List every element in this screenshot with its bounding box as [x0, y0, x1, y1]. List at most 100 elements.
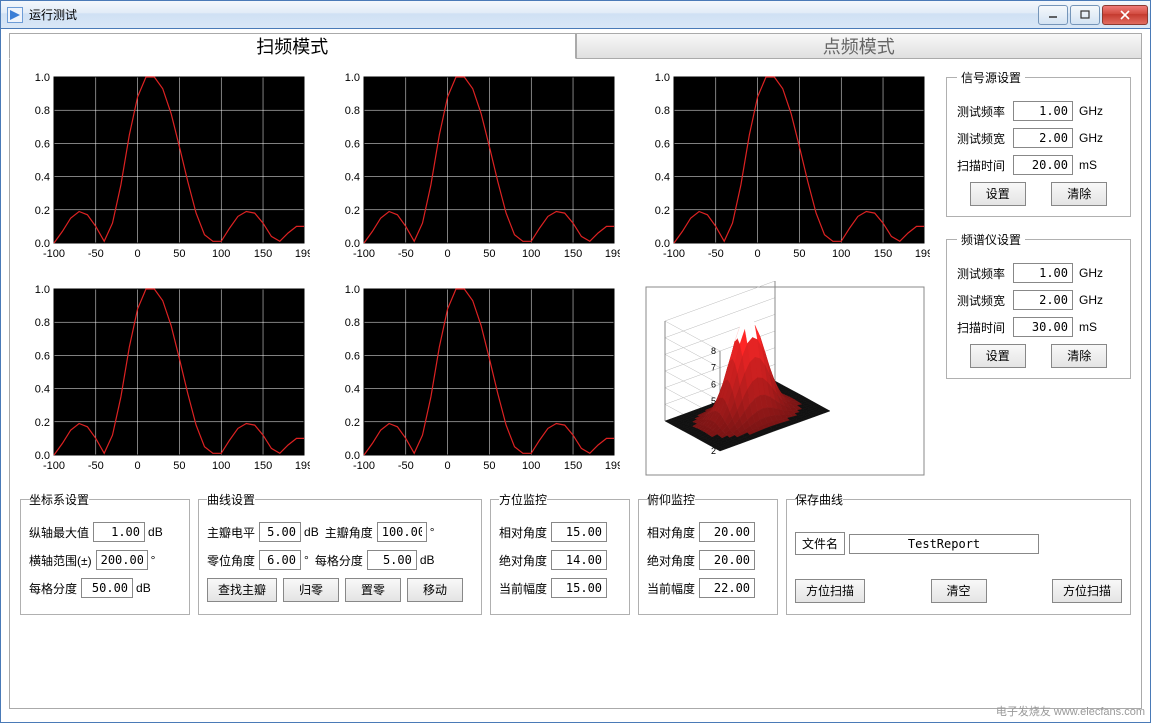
coord-div-unit: dB: [136, 581, 151, 595]
spectrum-clear-button[interactable]: 清除: [1051, 344, 1107, 368]
line-chart-5: -100-500501001501990.00.20.40.60.81.0: [330, 281, 620, 481]
svg-text:150: 150: [564, 460, 582, 472]
signal-bw-label: 测试频宽: [957, 130, 1013, 147]
svg-text:-50: -50: [398, 460, 414, 472]
mode-tabs: 扫频模式 点频模式: [9, 33, 1142, 59]
azimuth-group: 方位监控 相对角度 绝对角度 当前幅度: [490, 491, 630, 615]
azimuth-amp-input[interactable]: [551, 578, 607, 598]
app-window: 运行测试 扫频模式 点频模式 -100-500501001501990.00.2…: [0, 0, 1151, 723]
curve-findmain-button[interactable]: 查找主瓣: [207, 578, 277, 602]
spectrum-set-button[interactable]: 设置: [970, 344, 1026, 368]
azimuth-rel-input[interactable]: [551, 522, 607, 542]
svg-text:199: 199: [295, 460, 310, 472]
save-legend: 保存曲线: [795, 491, 843, 508]
svg-text:199: 199: [915, 248, 930, 260]
svg-text:0.2: 0.2: [655, 205, 670, 217]
svg-text:0.0: 0.0: [655, 238, 670, 250]
curve-mainangle-unit: °: [430, 525, 435, 539]
pitch-abs-input[interactable]: [699, 550, 755, 570]
svg-text:0: 0: [135, 248, 141, 260]
curve-mainangle-label: 主瓣角度: [325, 524, 373, 541]
signal-set-button[interactable]: 设置: [970, 182, 1026, 206]
svg-text:100: 100: [522, 248, 540, 260]
svg-text:0.4: 0.4: [345, 384, 360, 396]
curve-perdiv-unit: dB: [420, 553, 435, 567]
svg-text:150: 150: [874, 248, 892, 260]
coord-xrange-label: 横轴范围(±): [29, 552, 92, 569]
svg-text:7: 7: [711, 363, 716, 373]
svg-text:0.8: 0.8: [345, 105, 360, 117]
svg-text:50: 50: [793, 248, 805, 260]
save-clear-button[interactable]: 清空: [931, 579, 987, 603]
svg-text:0.8: 0.8: [345, 317, 360, 329]
curve-mainangle-input[interactable]: [377, 522, 427, 542]
svg-text:0: 0: [135, 460, 141, 472]
pitch-group: 俯仰监控 相对角度 绝对角度 当前幅度: [638, 491, 778, 615]
svg-text:1.0: 1.0: [345, 284, 360, 296]
curve-perdiv-input[interactable]: [367, 550, 417, 570]
azimuth-legend: 方位监控: [499, 491, 547, 508]
tab-scan-mode[interactable]: 扫频模式: [9, 33, 576, 59]
pitch-rel-input[interactable]: [699, 522, 755, 542]
signal-time-input[interactable]: [1013, 155, 1073, 175]
tab-point-mode[interactable]: 点频模式: [576, 33, 1143, 59]
svg-text:-50: -50: [398, 248, 414, 260]
signal-freq-input[interactable]: [1013, 101, 1073, 121]
curve-mainlevel-input[interactable]: [259, 522, 301, 542]
save-file-label: 文件名: [795, 532, 845, 555]
window-title: 运行测试: [29, 6, 1038, 23]
coord-div-input[interactable]: [81, 578, 133, 598]
curve-mainlevel-unit: dB: [304, 525, 319, 539]
minimize-button[interactable]: [1038, 5, 1068, 25]
curve-zeroangle-unit: °: [304, 553, 309, 567]
coord-xrange-input[interactable]: [96, 550, 148, 570]
svg-text:0.0: 0.0: [345, 238, 360, 250]
svg-text:50: 50: [483, 460, 495, 472]
signal-clear-button[interactable]: 清除: [1051, 182, 1107, 206]
spectrum-freq-input[interactable]: [1013, 263, 1073, 283]
close-button[interactable]: [1102, 5, 1148, 25]
curve-move-button[interactable]: 移动: [407, 578, 463, 602]
svg-text:-50: -50: [88, 248, 104, 260]
signal-source-group: 信号源设置 测试频率 GHz 测试频宽 GHz 扫描时间: [946, 69, 1131, 217]
coord-ymax-input[interactable]: [93, 522, 145, 542]
svg-text:0.2: 0.2: [345, 417, 360, 429]
svg-text:0.6: 0.6: [655, 138, 670, 150]
curve-perdiv-label: 每格分度: [315, 552, 363, 569]
svg-text:0.2: 0.2: [345, 205, 360, 217]
spectrum-bw-input[interactable]: [1013, 290, 1073, 310]
svg-text:50: 50: [173, 460, 185, 472]
svg-text:1.0: 1.0: [655, 72, 670, 84]
page-scan: -100-500501001501990.00.20.40.60.81.0-10…: [9, 59, 1142, 709]
svg-text:0.8: 0.8: [35, 105, 50, 117]
pitch-amp-label: 当前幅度: [647, 580, 695, 597]
curve-zeroback-button[interactable]: 归零: [283, 578, 339, 602]
svg-text:100: 100: [212, 460, 230, 472]
spectrum-time-input[interactable]: [1013, 317, 1073, 337]
svg-text:199: 199: [605, 460, 620, 472]
azimuth-rel-label: 相对角度: [499, 524, 547, 541]
svg-text:0.2: 0.2: [35, 205, 50, 217]
svg-text:0.8: 0.8: [35, 317, 50, 329]
curve-group: 曲线设置 主瓣电平 dB 主瓣角度 ° 零位角度 ° 每格分度: [198, 491, 482, 615]
save-file-input[interactable]: [849, 534, 1039, 554]
curve-legend: 曲线设置: [207, 491, 255, 508]
signal-bw-input[interactable]: [1013, 128, 1073, 148]
charts-grid: -100-500501001501990.00.20.40.60.81.0-10…: [20, 69, 930, 481]
svg-text:6: 6: [711, 379, 716, 389]
maximize-button[interactable]: [1070, 5, 1100, 25]
svg-text:100: 100: [522, 460, 540, 472]
signal-legend: 信号源设置: [957, 69, 1025, 86]
svg-text:-50: -50: [88, 460, 104, 472]
save-azscan2-button[interactable]: 方位扫描: [1052, 579, 1122, 603]
curve-setzero-button[interactable]: 置零: [345, 578, 401, 602]
line-chart-2: -100-500501001501990.00.20.40.60.81.0: [330, 69, 620, 269]
coord-legend: 坐标系设置: [29, 491, 89, 508]
curve-zeroangle-input[interactable]: [259, 550, 301, 570]
azimuth-abs-input[interactable]: [551, 550, 607, 570]
svg-text:0: 0: [445, 460, 451, 472]
svg-text:0.6: 0.6: [35, 350, 50, 362]
pitch-abs-label: 绝对角度: [647, 552, 695, 569]
save-azscan-button[interactable]: 方位扫描: [795, 579, 865, 603]
pitch-amp-input[interactable]: [699, 578, 755, 598]
